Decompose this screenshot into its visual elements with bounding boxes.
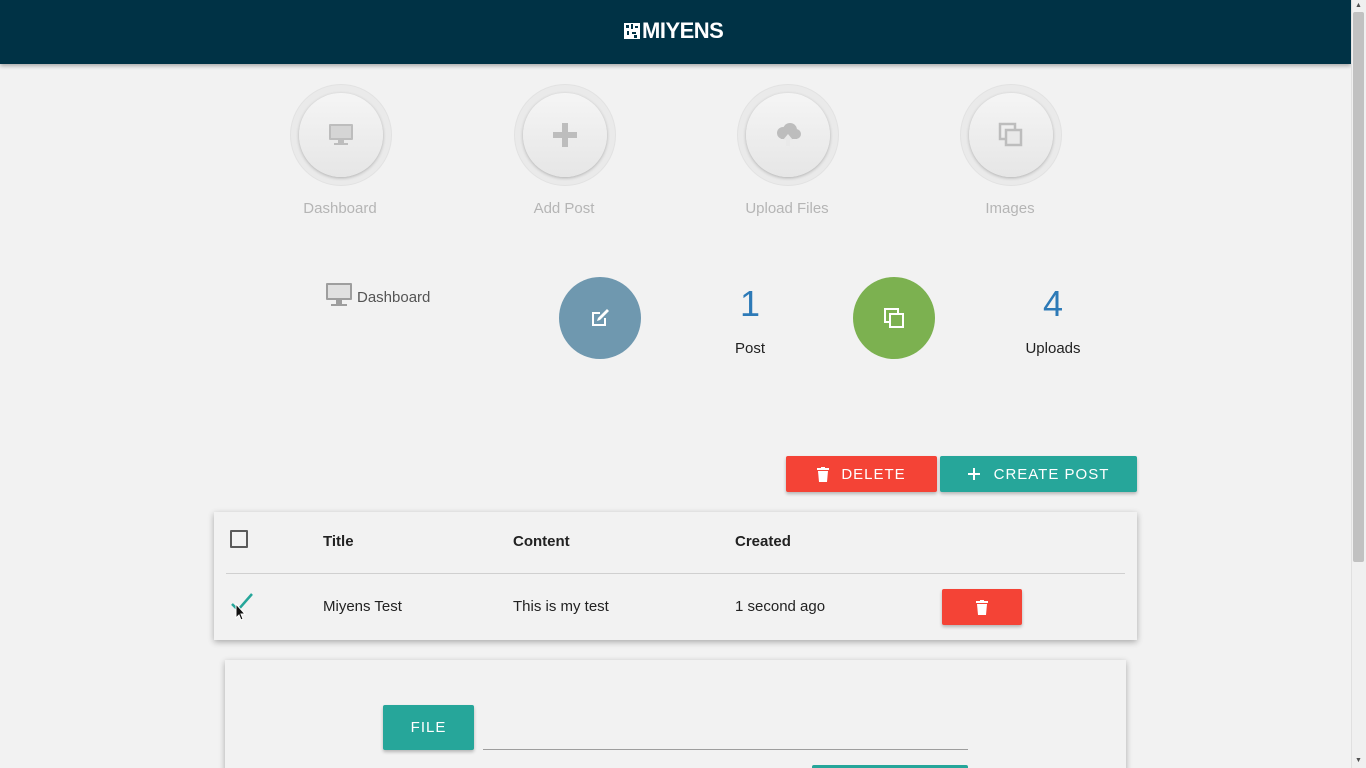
nav-item-add-post[interactable]: Add Post [484,84,644,224]
nav-label: Upload Files [745,200,829,217]
upload-card [225,660,1126,768]
nav-item-upload-files[interactable]: Upload Files [707,84,867,224]
posts-label: Post [734,340,765,357]
logo-text: MIYENS [642,18,724,43]
images-icon[interactable] [969,93,1053,177]
logo-mark-icon [624,23,640,39]
monitor-icon[interactable] [299,93,383,177]
column-header-title[interactable]: Title [323,533,354,550]
file-button[interactable]: FILE [383,705,474,750]
posts-stat-circle[interactable] [559,277,641,359]
row-created: 1 second ago [735,598,826,615]
scroll-down-arrow-icon[interactable]: ▼ [1354,757,1363,765]
posts-count: 1 [739,283,761,324]
file-path-input[interactable] [483,749,968,750]
nav-label: Add Post [533,200,595,217]
row-content: This is my test [513,598,609,615]
create-post-button[interactable]: CREATE POST [940,456,1137,492]
column-header-created[interactable]: Created [735,533,791,550]
trash-icon [817,466,830,482]
dashboard-title: Dashboard [357,289,431,306]
scrollbar-thumb[interactable] [1353,12,1364,562]
uploads-stat-circle[interactable] [853,277,935,359]
dashboard-heading: Dashboard [325,281,430,309]
column-header-content[interactable]: Content [513,533,570,550]
plus-icon[interactable] [523,93,607,177]
edit-icon [592,309,609,326]
cloud-upload-icon[interactable] [746,93,830,177]
uploads-count: 4 [1042,283,1064,324]
logo[interactable]: MIYENS [624,18,724,44]
nav-item-dashboard[interactable]: Dashboard [260,84,420,224]
uploads-label: Uploads [1025,340,1081,357]
images-icon [884,308,904,328]
delete-button[interactable]: DELETE [786,456,937,492]
row-checkbox-checked[interactable] [228,590,256,622]
row-delete-button[interactable] [942,589,1022,625]
nav-item-images[interactable]: Images [930,84,1090,224]
delete-button-label: DELETE [841,465,906,483]
plus-icon [967,468,980,480]
nav-label: Images [985,200,1035,217]
file-button-label: FILE [410,719,447,736]
scroll-up-arrow-icon[interactable]: ▲ [1354,2,1363,10]
top-header: MIYENS [0,0,1351,64]
nav-label: Dashboard [303,200,377,217]
monitor-icon [326,283,352,306]
create-post-button-label: CREATE POST [993,465,1110,483]
table-divider [226,573,1125,574]
select-all-checkbox[interactable] [230,530,248,548]
row-title: Miyens Test [323,598,402,615]
trash-icon [976,599,988,615]
